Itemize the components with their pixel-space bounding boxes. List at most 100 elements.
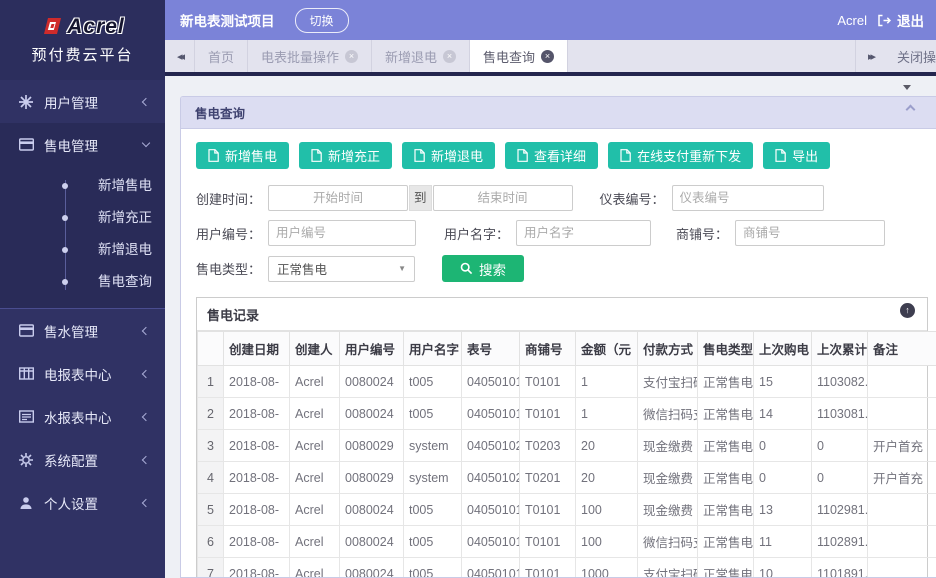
submenu-item[interactable]: 新增退电	[0, 234, 165, 266]
sidebar-item-label: 个人设置	[44, 493, 98, 513]
sidebar-item-label: 系统配置	[44, 450, 98, 470]
table-cell: 现金缴费	[638, 494, 698, 526]
sidebar-item[interactable]: 用户管理	[0, 80, 165, 123]
submenu-item[interactable]: 新增充正	[0, 202, 165, 234]
toolbar-button[interactable]: 导出	[763, 142, 830, 169]
table-cell: 20	[576, 462, 638, 494]
table-cell: 04050101	[462, 398, 520, 430]
user-no-input[interactable]	[268, 220, 416, 246]
table-cell: 0080029	[340, 430, 404, 462]
sidebar-item-label: 电报表中心	[44, 364, 112, 384]
toolbar-button[interactable]: 在线支付重新下发	[608, 142, 753, 169]
search-button[interactable]: 搜索	[442, 255, 524, 282]
shop-no-input[interactable]	[735, 220, 885, 246]
sidebar-item[interactable]: 个人设置	[0, 481, 165, 524]
meter-no-label: 仪表编号：	[600, 189, 665, 208]
toolbar-button[interactable]: 新增充正	[299, 142, 392, 169]
table-cell: 1103081.	[812, 398, 868, 430]
tab[interactable]: 售电查询×	[470, 40, 568, 72]
table-cell: 04050101	[462, 494, 520, 526]
tab-close-icon[interactable]: ×	[541, 50, 554, 63]
sidebar-item[interactable]: 水报表中心	[0, 395, 165, 438]
tab[interactable]: 电表批量操作×	[248, 40, 372, 72]
collapse-records-icon[interactable]: ↑	[900, 303, 915, 318]
topbar: 新电表测试项目 切换 Acrel 退出	[165, 0, 936, 40]
table-row[interactable]: 12018-08-Acrel0080024t00504050101T01011支…	[198, 366, 936, 398]
tab[interactable]: 新增退电 ×	[372, 40, 470, 72]
submenu: 新增售电新增充正新增退电售电查询	[0, 166, 165, 308]
dropdown-caret-icon[interactable]	[903, 85, 911, 90]
sidebar-item[interactable]: 售电管理	[0, 123, 165, 166]
brand-name: Acrel	[67, 15, 125, 39]
column-header: 金额（元	[576, 332, 638, 366]
toolbar-button[interactable]: 新增售电	[196, 142, 289, 169]
column-header: 付款方式	[638, 332, 698, 366]
table-row[interactable]: 22018-08-Acrel0080024t00504050101T01011微…	[198, 398, 936, 430]
meter-no-input[interactable]	[672, 185, 824, 211]
table-cell	[868, 494, 936, 526]
sidebar-item[interactable]: 电报表中心	[0, 352, 165, 395]
table-cell: 100	[576, 526, 638, 558]
start-time-input[interactable]	[268, 185, 408, 211]
form-row-2: 用户编号： 用户名字： 商铺号：	[196, 220, 928, 246]
form-row-1: 创建时间： 到 仪表编号：	[196, 185, 928, 211]
menu-group: 电报表中心	[0, 352, 165, 395]
submenu-item[interactable]: 售电查询	[0, 266, 165, 298]
toolbar-button[interactable]: 新增退电	[402, 142, 495, 169]
scroll-tabs-left-icon[interactable]: ◂◂	[165, 40, 195, 72]
table-row[interactable]: 62018-08-Acrel0080024t00504050101T010110…	[198, 526, 936, 558]
column-header: 用户名字	[404, 332, 462, 366]
table-cell: t005	[404, 558, 462, 578]
table-cell: 开户首充	[868, 462, 936, 494]
table-cell: 1101891.	[812, 558, 868, 578]
logout-icon[interactable]	[877, 14, 891, 27]
table-cell: 正常售电	[698, 558, 754, 578]
sale-type-select[interactable]: 正常售电 ▼	[268, 256, 415, 282]
form-row-3: 售电类型： 正常售电 ▼ 搜索	[196, 255, 928, 282]
content-area: 售电查询 新增售电新增充正新增退电查看详细在线支付重新下发导出 创建时间： 到 …	[165, 76, 936, 578]
table-cell: 正常售电	[698, 430, 754, 462]
water-report-icon	[18, 409, 34, 425]
tab[interactable]: 首页	[195, 40, 248, 72]
table-cell: T0101	[520, 398, 576, 430]
sidebar-item-label: 水报表中心	[44, 407, 112, 427]
table-cell: 正常售电	[698, 462, 754, 494]
submenu-item[interactable]: 新增售电	[0, 170, 165, 202]
chevron-left-icon	[142, 412, 150, 420]
sidebar-item[interactable]: 售水管理	[0, 309, 165, 352]
user-name-input[interactable]	[516, 220, 651, 246]
table-row[interactable]: 32018-08-Acrel0080029system04050102T0203…	[198, 430, 936, 462]
tab-close-icon[interactable]: ×	[345, 50, 358, 63]
toolbar-button[interactable]: 查看详细	[505, 142, 598, 169]
table-cell: 0	[754, 462, 812, 494]
table-row[interactable]: 52018-08-Acrel0080024t00504050101T010110…	[198, 494, 936, 526]
switch-project-button[interactable]: 切换	[295, 8, 349, 33]
table-cell: t005	[404, 366, 462, 398]
chevron-left-icon	[142, 455, 150, 463]
end-time-input[interactable]	[433, 185, 573, 211]
table-row[interactable]: 42018-08-Acrel0080029system04050102T0201…	[198, 462, 936, 494]
logout-button[interactable]: 退出	[897, 10, 924, 30]
sidebar-item[interactable]: 系统配置	[0, 438, 165, 481]
column-header: 创建人	[290, 332, 340, 366]
scroll-tabs-right-icon[interactable]: ▸▸	[855, 40, 885, 72]
sale-type-value: 正常售电	[277, 259, 327, 278]
shop-no-label: 商铺号：	[676, 224, 728, 243]
tab-close-icon[interactable]: ×	[443, 50, 456, 63]
document-icon	[517, 149, 528, 162]
table-row[interactable]: 72018-08-Acrel0080024t00504050101T010110…	[198, 558, 936, 578]
column-header: 商铺号	[520, 332, 576, 366]
tab-label: 新增退电	[385, 47, 437, 66]
table-cell: 20	[576, 430, 638, 462]
menu-group: 系统配置	[0, 438, 165, 481]
column-header: 创建日期	[224, 332, 290, 366]
column-header: 售电类型	[698, 332, 754, 366]
collapse-panel-icon[interactable]	[906, 105, 916, 115]
close-operations-menu[interactable]: 关闭操	[885, 40, 936, 72]
document-icon	[208, 149, 219, 162]
column-header: 表号	[462, 332, 520, 366]
row-index-cell: 6	[198, 526, 224, 558]
table-cell: Acrel	[290, 558, 340, 578]
table-cell: 2018-08-	[224, 462, 290, 494]
user-name-label: 用户名字：	[444, 224, 509, 243]
